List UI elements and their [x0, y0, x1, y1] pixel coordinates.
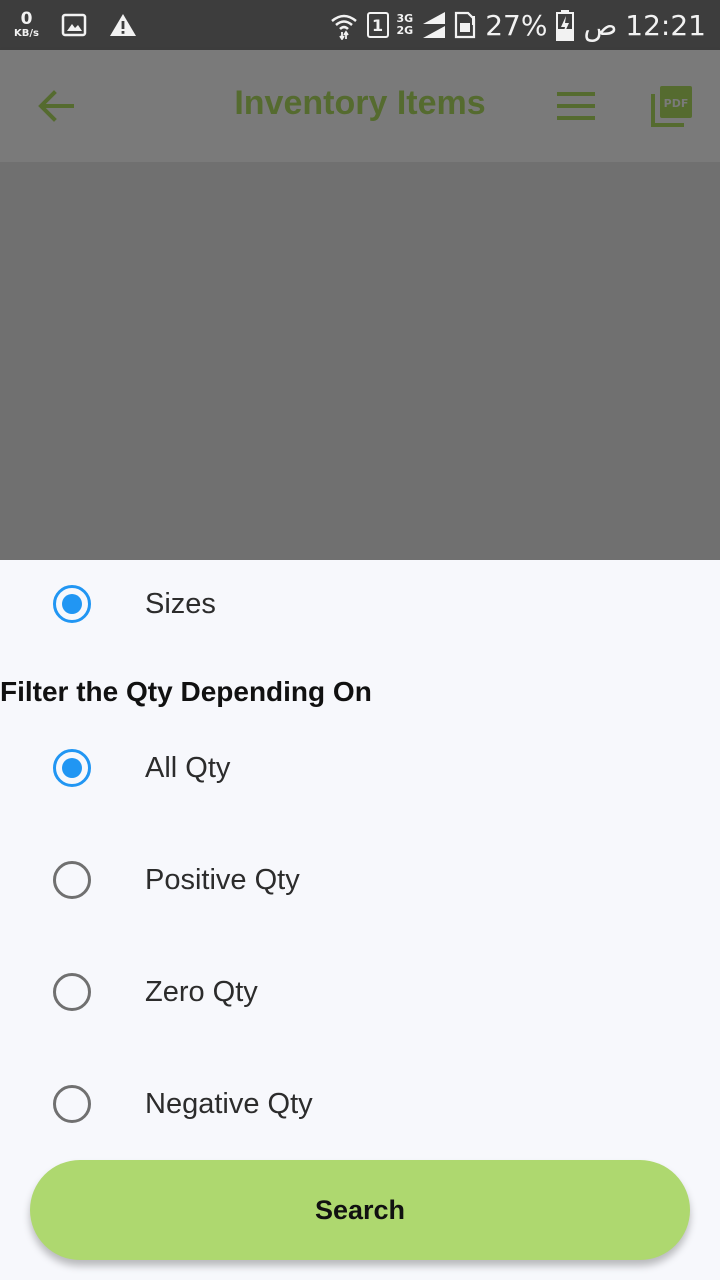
network-speed-value: 0: [20, 9, 33, 29]
image-icon: [61, 13, 87, 37]
option-positive-qty[interactable]: Positive Qty: [0, 840, 720, 920]
network-speed: 0 KB/s: [14, 11, 39, 39]
sim-card-icon: 1: [366, 12, 389, 38]
signal-icon: [423, 12, 446, 38]
option-zero-qty-label: Zero Qty: [145, 975, 258, 1008]
radio-positive-qty[interactable]: [53, 861, 91, 899]
filter-section-title: Filter the Qty Depending On: [0, 676, 372, 707]
dimmed-overlay[interactable]: [0, 162, 720, 560]
radio-negative-qty[interactable]: [53, 1085, 91, 1123]
app-bar: Inventory Items PDF: [0, 50, 720, 162]
sim-card-icon: [455, 11, 476, 39]
option-positive-qty-label: Positive Qty: [145, 863, 300, 896]
network-speed-unit: KB/s: [14, 28, 39, 39]
status-bar: 0 KB/s 1 3G 2G 27% ص 12:21: [0, 0, 720, 50]
battery-icon: [556, 10, 575, 41]
radio-zero-qty[interactable]: [53, 973, 91, 1011]
ampm-indicator: ص: [583, 8, 618, 42]
filter-sheet: Sizes Filter the Qty Depending On All Qt…: [0, 560, 720, 1280]
battery-percent: 27%: [485, 8, 548, 42]
radio-sizes[interactable]: [53, 585, 91, 623]
option-all-qty-label: All Qty: [145, 751, 231, 784]
clock: 12:21: [625, 8, 706, 42]
network-type-bottom: 2G: [396, 24, 414, 37]
option-negative-qty-label: Negative Qty: [145, 1087, 313, 1120]
network-type: 3G 2G: [397, 13, 414, 37]
option-negative-qty[interactable]: Negative Qty: [0, 1064, 720, 1144]
status-right-group: 1 3G 2G 27% ص 12:21: [329, 0, 706, 50]
option-all-qty[interactable]: All Qty: [0, 728, 720, 808]
pdf-icon[interactable]: PDF: [650, 84, 694, 128]
menu-icon[interactable]: [556, 88, 596, 124]
status-left-group: 0 KB/s: [14, 6, 137, 44]
warning-icon: [109, 14, 136, 36]
option-zero-qty[interactable]: Zero Qty: [0, 952, 720, 1032]
search-button[interactable]: Search: [30, 1160, 690, 1260]
wifi-icon: [330, 14, 357, 40]
option-sizes-label: Sizes: [145, 587, 216, 620]
page-title: Inventory Items: [234, 84, 486, 122]
svg-text:PDF: PDF: [664, 97, 689, 110]
radio-all-qty[interactable]: [53, 749, 91, 787]
option-sizes[interactable]: Sizes: [0, 564, 720, 644]
